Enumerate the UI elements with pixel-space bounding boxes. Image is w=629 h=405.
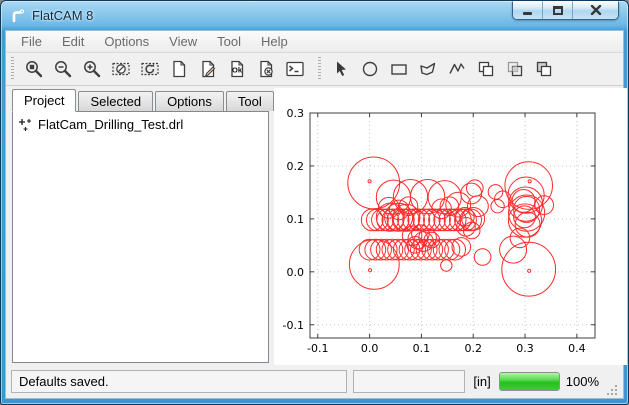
plot-figure: -0.1 0.0 0.1 0.2 0.3 0.4 -0.1 0.0 0.1 0.2 0.3	[274, 88, 627, 365]
toolbar-drag-handle[interactable]	[11, 57, 14, 81]
minimize-button[interactable]	[513, 1, 543, 19]
draw-path-button[interactable]	[442, 56, 471, 83]
y-tick-label: 0.0	[287, 266, 305, 279]
zoom-out-icon	[53, 59, 73, 79]
shell-icon	[285, 59, 305, 79]
x-tick-label: 0.1	[413, 342, 431, 355]
x-tick-label: -0.1	[307, 342, 328, 355]
zoom-fit-button[interactable]	[19, 56, 48, 83]
y-tick-label: 0.2	[287, 160, 305, 173]
polygon-subtract-button[interactable]	[529, 56, 558, 83]
menu-item-edit[interactable]: Edit	[52, 31, 94, 52]
x-tick-label: 0.0	[361, 342, 379, 355]
tab-options[interactable]: Options	[155, 91, 224, 111]
caption-button-group	[512, 1, 619, 20]
project-tree[interactable]: FlatCam_Drilling_Test.drl	[12, 111, 269, 363]
progress-bar-fill	[500, 373, 559, 390]
delete-document-icon	[256, 59, 276, 79]
clear-plot-button[interactable]	[106, 56, 135, 83]
main-content: ProjectSelectedOptionsTool FlatCam_Drill…	[6, 86, 623, 365]
project-tree-item[interactable]: FlatCam_Drilling_Test.drl	[16, 116, 265, 133]
update-geometry-button[interactable]: Ok	[222, 56, 251, 83]
select-tool-button[interactable]	[326, 56, 355, 83]
resize-grip[interactable]	[605, 383, 618, 396]
figure-background	[274, 88, 627, 365]
progress-percent-label: 100%	[566, 374, 599, 389]
polygon-union-button[interactable]	[471, 56, 500, 83]
replot-button[interactable]	[135, 56, 164, 83]
close-icon	[590, 5, 602, 15]
edit-geometry-button[interactable]	[193, 56, 222, 83]
zoom-fit-icon	[24, 59, 44, 79]
zoom-in-button[interactable]	[77, 56, 106, 83]
intersection-icon	[505, 59, 525, 79]
client-area: FileEditOptionsViewToolHelp Ok ProjectSe…	[5, 30, 624, 399]
y-tick-label: 0.3	[287, 107, 305, 120]
new-blank-geometry-button[interactable]	[164, 56, 193, 83]
zoom-out-button[interactable]	[48, 56, 77, 83]
close-button[interactable]	[573, 1, 618, 19]
toolbar-drag-handle[interactable]	[318, 57, 321, 81]
y-tick-label: 0.1	[287, 213, 305, 226]
drill-marks-icon	[18, 118, 32, 132]
draw-polygon-button[interactable]	[413, 56, 442, 83]
shell-button[interactable]	[280, 56, 309, 83]
tab-bar: ProjectSelectedOptionsTool	[12, 88, 269, 111]
ok-document-icon: Ok	[227, 59, 247, 79]
circle-icon	[360, 59, 380, 79]
units-label: [in]	[471, 374, 492, 389]
left-pane: ProjectSelectedOptionsTool FlatCam_Drill…	[12, 88, 269, 363]
maximize-button[interactable]	[543, 1, 573, 19]
new-document-icon	[169, 59, 189, 79]
menu-item-options[interactable]: Options	[94, 31, 159, 52]
polygon-intersection-button[interactable]	[500, 56, 529, 83]
union-icon	[476, 59, 496, 79]
status-message-panel: Defaults saved.	[11, 370, 347, 393]
menubar: FileEditOptionsViewToolHelp	[6, 31, 623, 53]
clear-plot-icon	[111, 59, 131, 79]
path-icon	[447, 59, 467, 79]
zoom-in-icon	[82, 59, 102, 79]
menu-item-view[interactable]: View	[159, 31, 207, 52]
statusbar: Defaults saved. [in] 100%	[6, 365, 623, 398]
x-tick-label: 0.2	[464, 342, 482, 355]
x-tick-label: 0.4	[568, 342, 586, 355]
status-secondary-panel	[353, 370, 465, 393]
polygon-icon	[418, 59, 438, 79]
plot-canvas[interactable]: -0.1 0.0 0.1 0.2 0.3 0.4 -0.1 0.0 0.1 0.2 0.3	[274, 88, 622, 363]
rectangle-icon	[389, 59, 409, 79]
tab-selected[interactable]: Selected	[78, 91, 153, 111]
menu-item-tool[interactable]: Tool	[207, 31, 251, 52]
flatcam-app-icon	[10, 8, 26, 24]
edit-document-icon	[198, 59, 218, 79]
menu-item-file[interactable]: File	[11, 31, 52, 52]
draw-rectangle-button[interactable]	[384, 56, 413, 83]
titlebar[interactable]: FlatCAM 8	[1, 1, 628, 30]
flatcam-window: FlatCAM 8 FileEditOptionsViewToolHelp Ok	[0, 0, 629, 405]
delete-object-button[interactable]	[251, 56, 280, 83]
progress-bar	[499, 372, 560, 391]
maximize-icon	[553, 6, 563, 15]
minimize-icon	[523, 12, 532, 15]
svg-text:Ok: Ok	[231, 66, 242, 75]
menu-item-help[interactable]: Help	[251, 31, 298, 52]
tab-project[interactable]: Project	[12, 89, 76, 112]
status-message: Defaults saved.	[19, 374, 109, 389]
tab-tool[interactable]: Tool	[226, 91, 274, 111]
tree-item-label: FlatCam_Drilling_Test.drl	[38, 117, 183, 132]
x-tick-label: 0.3	[516, 342, 534, 355]
replot-icon	[140, 59, 160, 79]
draw-circle-button[interactable]	[355, 56, 384, 83]
y-tick-label: -0.1	[283, 319, 304, 332]
toolbar: Ok	[6, 53, 623, 86]
subtract-icon	[534, 59, 554, 79]
window-title: FlatCAM 8	[32, 8, 93, 23]
select-arrow-icon	[331, 59, 351, 79]
